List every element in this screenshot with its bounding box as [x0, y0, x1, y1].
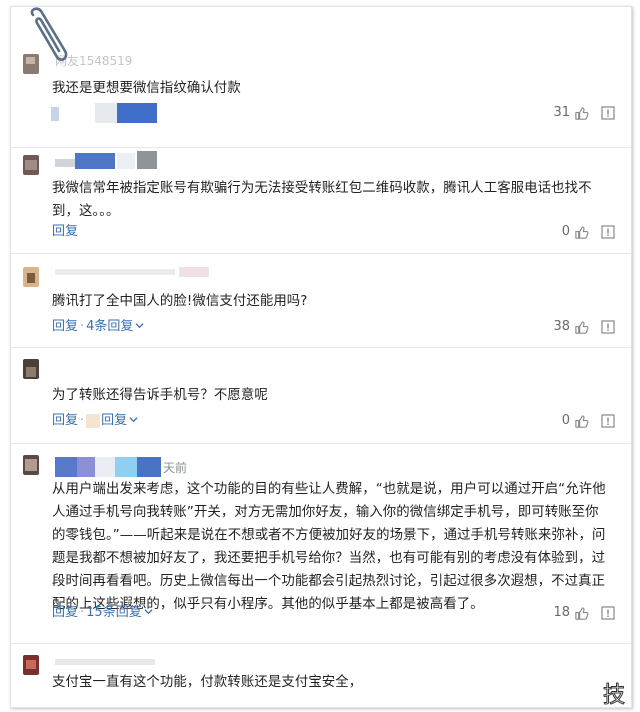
- redacted-username: [55, 457, 77, 477]
- comment-item: 腾讯打了全中国人的脸!微信支付还能用吗? 回复 · 4条回复 38: [11, 253, 631, 348]
- avatar[interactable]: [23, 359, 39, 379]
- comment-actions-right: 18: [553, 603, 615, 623]
- redacted-username: [75, 153, 115, 169]
- thumbs-up-icon[interactable]: [574, 225, 589, 240]
- thumbs-up-icon[interactable]: [574, 320, 589, 335]
- view-replies-link[interactable]: 15条回复: [86, 605, 142, 620]
- redacted-block: [95, 103, 117, 123]
- comment-time: 天前: [163, 461, 188, 475]
- redacted-username: [117, 153, 135, 169]
- redacted-username: [115, 457, 137, 477]
- comment-actions-right: 0: [562, 222, 615, 242]
- report-icon[interactable]: [601, 606, 615, 620]
- comment-actions: 回复 · 回复: [52, 411, 138, 431]
- reply-button[interactable]: 回复: [52, 319, 78, 334]
- comment-text: 为了转账还得告诉手机号？不愿意呢: [52, 388, 268, 403]
- redacted-block: [86, 413, 101, 428]
- comment-text: 从用户端出发来考虑，这个功能的目的有些让人费解，“也就是说，用户可以通过开启“允…: [52, 482, 606, 612]
- avatar[interactable]: [23, 155, 39, 175]
- like-count: 38: [553, 319, 570, 334]
- redacted-username: [95, 457, 115, 477]
- comment-actions: 回复 · 4条回复: [52, 317, 145, 337]
- chevron-down-icon[interactable]: [144, 607, 153, 616]
- redacted-username: [179, 267, 209, 277]
- avatar[interactable]: [23, 455, 39, 475]
- redacted-username: [137, 151, 157, 169]
- comment-text: 支付宝一直有这个功能，付款转账还是支付宝安全，: [52, 675, 363, 690]
- comment-text: 腾讯打了全中国人的脸!微信支付还能用吗?: [52, 294, 308, 309]
- comment-actions: 回复: [52, 222, 78, 242]
- redacted-username: [137, 457, 161, 477]
- comment-item: 网友1548519 我还是更想要微信指纹确认付款 31: [11, 7, 631, 148]
- thumbs-up-icon[interactable]: [574, 106, 589, 121]
- separator: ·: [80, 413, 85, 428]
- redacted-block: [51, 107, 59, 121]
- redacted-username: [77, 457, 95, 477]
- like-count: 0: [561, 413, 570, 428]
- redacted-username: [55, 159, 75, 167]
- like-count: 31: [553, 105, 570, 120]
- separator: ·: [80, 605, 85, 620]
- separator: ·: [80, 319, 85, 334]
- avatar[interactable]: [23, 267, 39, 287]
- report-icon[interactable]: [601, 106, 615, 120]
- comment-text: 我还是更想要微信指纹确认付款: [52, 81, 241, 96]
- comment-item: 支付宝一直有这个功能，付款转账还是支付宝安全， 技: [11, 643, 631, 708]
- chevron-down-icon[interactable]: [129, 415, 138, 424]
- paperclip-icon: [30, 7, 68, 61]
- report-icon[interactable]: [601, 225, 615, 239]
- redacted-block: [117, 103, 157, 123]
- reply-button[interactable]: 回复: [52, 413, 78, 428]
- comment-item: 天前 从用户端出发来考虑，这个功能的目的有些让人费解，“也就是说，用户可以通过开…: [11, 443, 631, 644]
- like-count: 0: [561, 224, 570, 239]
- report-icon[interactable]: [601, 320, 615, 334]
- redacted-username: [55, 269, 175, 275]
- chevron-down-icon[interactable]: [135, 321, 145, 330]
- thumbs-up-icon[interactable]: [574, 414, 589, 429]
- comment-actions-right: 31: [553, 103, 615, 123]
- reply-button[interactable]: 回复: [52, 224, 78, 239]
- avatar[interactable]: [23, 655, 39, 675]
- like-count: 18: [553, 605, 570, 620]
- view-replies-link[interactable]: 4条回复: [86, 319, 133, 334]
- comment-actions-right: 38: [553, 317, 615, 337]
- comment-item: 我微信常年被指定账号有欺骗行为无法接受转账红包二维码收款，腾讯人工客服电话也找不…: [11, 147, 631, 254]
- thumbs-up-icon[interactable]: [574, 606, 589, 621]
- comment-panel: 网友1548519 我还是更想要微信指纹确认付款 31 我微信常年被指定账号有欺…: [10, 6, 632, 708]
- view-replies-link[interactable]: 回复: [101, 413, 127, 428]
- comment-text: 我微信常年被指定账号有欺骗行为无法接受转账红包二维码收款，腾讯人工客服电话也找不…: [52, 181, 592, 219]
- redacted-username: [55, 659, 155, 665]
- comment-actions-right: 0: [562, 411, 615, 431]
- report-icon[interactable]: [601, 414, 615, 428]
- comment-actions: 回复 · 15条回复: [52, 603, 153, 623]
- reply-button[interactable]: 回复: [52, 605, 78, 620]
- watermark: 技: [602, 683, 627, 708]
- comment-item: 为了转账还得告诉手机号？不愿意呢 回复 · 回复 0: [11, 347, 631, 444]
